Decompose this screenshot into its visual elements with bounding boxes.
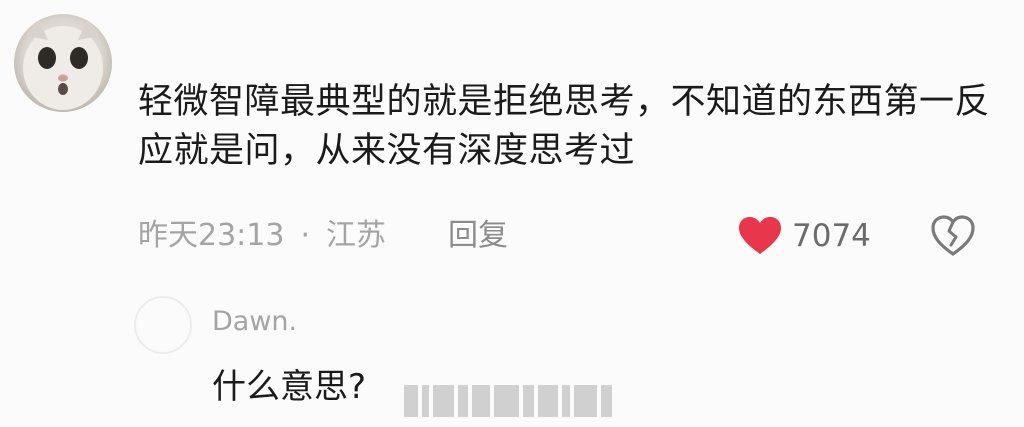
broken-heart-icon xyxy=(931,215,975,256)
comment-text: 轻微智障最典型的就是拒绝思考，不知道的东西第一反应就是问，从来没有深度思考过 xyxy=(138,82,991,171)
reply-avatar[interactable] xyxy=(134,296,192,354)
comment-location: 江苏 xyxy=(326,218,387,253)
heart-icon xyxy=(739,217,781,254)
dislike-button[interactable] xyxy=(930,214,976,258)
reply-username[interactable]: Dawn. xyxy=(212,302,297,342)
commenter-avatar[interactable] xyxy=(14,14,112,112)
like-count: 7074 xyxy=(792,218,871,254)
comment-time: 昨天23:13 xyxy=(138,218,285,253)
blurred-text-overlay xyxy=(404,385,612,417)
comment-item: 轻微智障最典型的就是拒绝思考，不知道的东西第一反应就是问，从来没有深度思考过 昨… xyxy=(0,0,1024,427)
cat-face-icon xyxy=(23,18,103,110)
reply-text: 什么意思? xyxy=(212,367,367,407)
like-button[interactable]: 7074 xyxy=(738,214,871,258)
comment-meta: 昨天23:13 · 江苏 xyxy=(138,214,386,258)
reply-button[interactable]: 回复 xyxy=(448,214,508,258)
meta-separator: · xyxy=(300,218,311,253)
